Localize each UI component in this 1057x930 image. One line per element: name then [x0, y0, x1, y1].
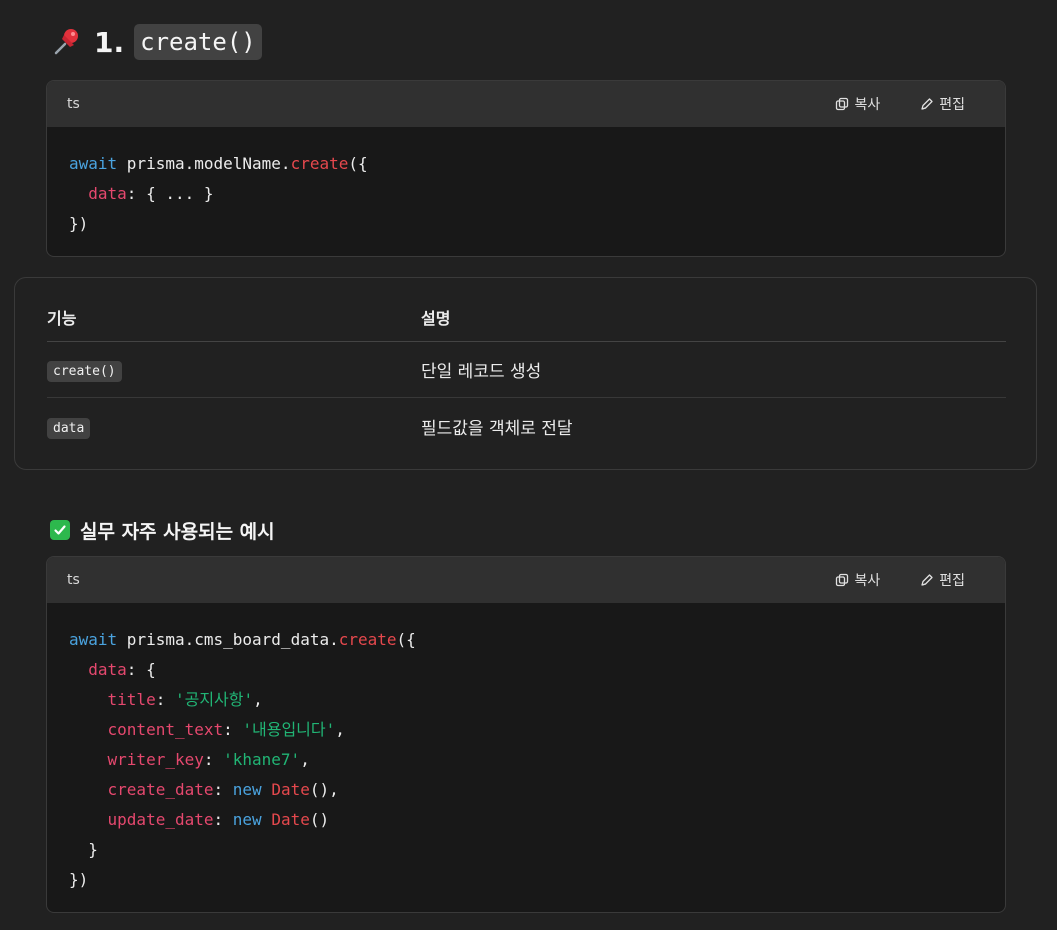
sub-heading: 실무 자주 사용되는 예시: [50, 515, 275, 545]
code-token: data: [88, 184, 127, 203]
code-token: ,: [300, 750, 310, 769]
table-header-feature: 기능: [47, 308, 77, 328]
code-token: '공지사항': [174, 690, 254, 709]
code-block: ts 복사 편집 await prisma.modelName.create({…: [46, 80, 1006, 257]
code-line: update_date: new Date(): [69, 805, 983, 835]
code-token: ,: [335, 720, 345, 739]
copy-button[interactable]: 복사: [835, 570, 880, 590]
edit-button-label: 편집: [939, 573, 965, 589]
code-token: :: [213, 780, 233, 799]
code-token: data: [88, 660, 127, 679]
edit-button-label: 편집: [939, 97, 965, 113]
code-block-header: ts 복사 편집: [47, 557, 1005, 603]
code-token: :: [203, 750, 224, 769]
code-token: :: [223, 720, 243, 739]
code-line: data: { ... }: [69, 179, 983, 209]
code-line: }: [69, 835, 983, 865]
feature-description: 필드값을 객체로 전달: [421, 418, 573, 439]
pencil-icon: [921, 98, 933, 110]
code-token: ({: [396, 630, 416, 649]
code-token: update_date: [107, 810, 214, 829]
code-token: create: [290, 154, 349, 173]
code-line: data: {: [69, 655, 983, 685]
code-token: }): [69, 870, 89, 889]
check-mark-icon: [50, 520, 70, 540]
code-line: }): [69, 209, 983, 239]
feature-code: data: [47, 417, 91, 439]
code-token: 'khane7': [223, 750, 301, 769]
code-line: content_text: '내용입니다',: [69, 715, 983, 745]
code-token: create: [338, 630, 397, 649]
code-block: ts 복사 편집 await prisma.cms_board_data.cre…: [46, 556, 1006, 913]
copy-icon: [836, 97, 849, 111]
code-token: Date: [271, 780, 310, 799]
table-header-row: 기능 설명: [47, 292, 1006, 342]
code-block-header: ts 복사 편집: [47, 81, 1005, 127]
code-token: (),: [309, 780, 339, 799]
code-line: writer_key: 'khane7',: [69, 745, 983, 775]
code-token: title: [107, 690, 156, 709]
code-token: prisma.modelName.: [117, 154, 291, 173]
code-language-label: ts: [67, 572, 80, 588]
code-token: new: [232, 780, 262, 799]
code-token: }: [69, 840, 98, 859]
code-token: new: [232, 810, 262, 829]
code-token: await: [69, 154, 118, 173]
heading-number: 1.: [94, 25, 125, 59]
code-line: create_date: new Date(),: [69, 775, 983, 805]
copy-button[interactable]: 복사: [835, 94, 880, 114]
code-token: '내용입니다': [242, 720, 336, 739]
copy-icon: [836, 573, 849, 587]
code-line: await prisma.cms_board_data.create({: [69, 625, 983, 655]
table-header-description: 설명: [421, 308, 451, 328]
code-content: await prisma.modelName.create({ data: { …: [47, 127, 1005, 256]
heading-code: create(): [134, 24, 262, 60]
feature-description: 단일 레코드 생성: [421, 362, 542, 382]
code-token: : {: [126, 660, 156, 679]
code-line: title: '공지사항',: [69, 685, 983, 715]
code-token: content_text: [107, 720, 224, 739]
code-line: await prisma.modelName.create({: [69, 149, 983, 179]
section-heading: 1. create(): [50, 22, 262, 62]
code-token: create_date: [107, 780, 214, 799]
info-table: 기능 설명 create() 단일 레코드 생성 data 필드값을 객체로 전…: [14, 277, 1037, 470]
table-row: data 필드값을 객체로 전달: [47, 398, 1006, 454]
code-token: await: [69, 630, 118, 649]
code-token: ({: [348, 154, 368, 173]
code-token: prisma.cms_board_data.: [117, 630, 339, 649]
edit-button[interactable]: 편집: [920, 570, 965, 590]
copy-button-label: 복사: [854, 573, 881, 589]
feature-code: create(): [47, 361, 122, 382]
pushpin-icon: [54, 29, 78, 55]
code-token: (): [309, 810, 330, 829]
table-row: create() 단일 레코드 생성: [47, 342, 1006, 398]
edit-button[interactable]: 편집: [920, 94, 965, 114]
code-token: ,: [253, 690, 263, 709]
code-language-label: ts: [67, 96, 80, 112]
code-token: :: [213, 810, 233, 829]
code-token: Date: [271, 810, 310, 829]
pencil-icon: [921, 574, 933, 586]
code-content: await prisma.cms_board_data.create({ dat…: [47, 603, 1005, 912]
code-token: writer_key: [107, 750, 204, 769]
sub-heading-text: 실무 자주 사용되는 예시: [80, 520, 275, 543]
code-token: }): [69, 214, 89, 233]
code-token: : { ... }: [126, 184, 214, 203]
copy-button-label: 복사: [854, 97, 881, 113]
code-token: :: [155, 690, 175, 709]
code-line: }): [69, 865, 983, 895]
